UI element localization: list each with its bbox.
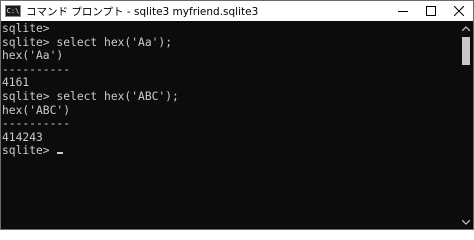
console-prompt-line[interactable]: sqlite> bbox=[2, 144, 459, 158]
window-title: コマンド プロンプト - sqlite3 myfriend.sqlite3 bbox=[26, 5, 259, 18]
prompt-text: sqlite> bbox=[2, 144, 57, 158]
scroll-down-button[interactable] bbox=[459, 215, 473, 229]
console-window: C:\ コマンド プロンプト - sqlite3 myfriend.sqlite… bbox=[0, 0, 474, 230]
title-bar[interactable]: C:\ コマンド プロンプト - sqlite3 myfriend.sqlite… bbox=[1, 1, 473, 21]
console-line: sqlite> bbox=[2, 22, 50, 35]
console-line: ---------- bbox=[2, 117, 71, 131]
vertical-scrollbar[interactable] bbox=[459, 21, 473, 229]
scrollbar-thumb[interactable] bbox=[462, 37, 470, 65]
console-line: hex('Aa') bbox=[2, 49, 64, 63]
maximize-icon bbox=[426, 6, 436, 16]
minimize-button[interactable] bbox=[389, 1, 417, 21]
command-prompt-icon: C:\ bbox=[5, 5, 21, 17]
minimize-icon bbox=[398, 11, 408, 12]
window-controls bbox=[389, 1, 473, 21]
scroll-up-button[interactable] bbox=[459, 21, 473, 35]
console-line: 4161 bbox=[2, 76, 30, 90]
close-button[interactable] bbox=[445, 1, 473, 21]
console-line: ---------- bbox=[2, 62, 71, 76]
console-line: sqlite> select hex('Aa'); bbox=[2, 35, 173, 49]
console-line: sqlite> select hex('ABC'); bbox=[2, 89, 179, 103]
console-output[interactable]: sqlite> sqlite> select hex('Aa'); hex('A… bbox=[1, 21, 459, 229]
text-cursor bbox=[57, 152, 64, 155]
console-line: 414243 bbox=[2, 130, 43, 144]
close-icon bbox=[454, 6, 464, 16]
scroll-down-arrow-icon bbox=[462, 219, 470, 225]
maximize-button[interactable] bbox=[417, 1, 445, 21]
console-line: hex('ABC') bbox=[2, 103, 71, 117]
scroll-up-arrow-icon bbox=[462, 25, 470, 31]
